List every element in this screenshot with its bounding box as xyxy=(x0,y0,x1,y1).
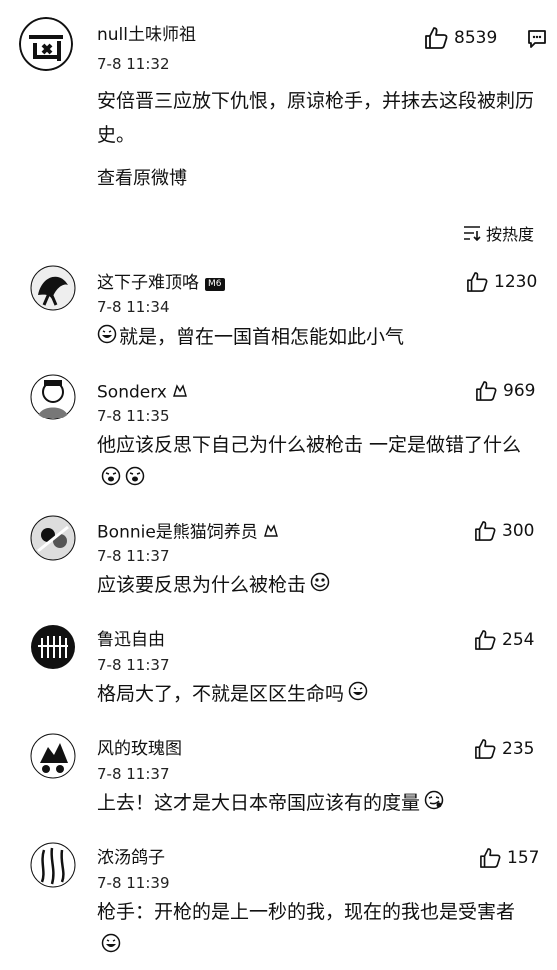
like-button[interactable]: 254 xyxy=(474,630,534,650)
timestamp: 7-8 11:37 xyxy=(97,765,170,783)
timestamp: 7-8 11:32 xyxy=(97,55,170,73)
comment-body: 他应该反思下自己为什么被枪击 一定是做错了什么 xyxy=(97,434,522,456)
avatar[interactable] xyxy=(30,374,76,420)
like-count: 1230 xyxy=(494,272,538,292)
crazy-emoji xyxy=(310,569,330,603)
comment-text: 应该要反思为什么被枪击 xyxy=(97,568,537,603)
vip-icon xyxy=(262,521,280,544)
comment-body: 格局大了，不就是区区生命吗 xyxy=(97,683,345,705)
comment-body: 就是，曾在一国首相怎能如此小气 xyxy=(119,326,405,348)
avatar[interactable] xyxy=(30,842,76,888)
thumbs-up-icon xyxy=(475,521,496,541)
like-count: 235 xyxy=(502,739,535,759)
timestamp: 7-8 11:37 xyxy=(97,656,170,674)
comment-text: 他应该反思下自己为什么被枪击 一定是做错了什么 xyxy=(97,428,537,497)
like-count: 300 xyxy=(502,521,535,541)
username[interactable]: Bonnie是熊猫饲养员 xyxy=(97,521,280,544)
timestamp: 7-8 11:34 xyxy=(97,298,170,316)
username[interactable]: Sonderx xyxy=(97,381,189,404)
thumbs-up-icon xyxy=(480,848,501,868)
view-original-link[interactable]: 查看原微博 xyxy=(97,162,187,196)
avatar[interactable] xyxy=(19,17,73,71)
thumbs-up-icon xyxy=(475,739,496,759)
sly-emoji xyxy=(424,787,444,821)
avatar[interactable] xyxy=(30,265,76,311)
like-button[interactable]: 8539 xyxy=(424,27,497,49)
username[interactable]: 鲁迅自由 xyxy=(97,630,165,650)
like-button[interactable]: 300 xyxy=(474,521,534,541)
timestamp: 7-8 11:39 xyxy=(97,874,170,892)
avatar-image xyxy=(19,17,73,71)
like-button[interactable]: 235 xyxy=(474,739,534,759)
like-count: 254 xyxy=(502,630,535,650)
post-text: 安倍晋三应放下仇恨，原谅枪手，并抹去这段被刺历史。 xyxy=(97,90,535,146)
like-count: 969 xyxy=(503,381,536,401)
comment-body: 枪手：开枪的是上一秒的我，现在的我也是受害者 xyxy=(97,901,516,923)
username[interactable]: 这下子难顶咯 M6 xyxy=(97,273,225,293)
comment-text: 格局大了，不就是区区生命吗 xyxy=(97,677,537,712)
comment-body: 应该要反思为什么被枪击 xyxy=(97,574,307,596)
comment-body: 上去！这才是大日本帝国应该有的度量 xyxy=(97,792,421,814)
timestamp: 7-8 11:37 xyxy=(97,547,170,565)
sort-icon xyxy=(464,226,481,241)
like-button[interactable]: 1230 xyxy=(466,272,537,292)
timestamp: 7-8 11:35 xyxy=(97,407,170,425)
username[interactable]: 浓汤鸽子 xyxy=(97,848,165,868)
comment-text: 上去！这才是大日本帝国应该有的度量 xyxy=(97,786,537,821)
avatar[interactable] xyxy=(30,624,76,670)
thumbs-up-icon xyxy=(467,272,488,292)
comment-icon[interactable] xyxy=(527,29,547,53)
thumbs-up-icon xyxy=(425,27,448,49)
thumbs-up-icon xyxy=(475,630,496,650)
like-button[interactable]: 969 xyxy=(475,381,535,401)
comment-text: 枪手：开枪的是上一秒的我，现在的我也是受害者 xyxy=(97,895,537,964)
username[interactable]: 风的玫瑰图 xyxy=(97,739,182,759)
vip-icon xyxy=(171,381,189,404)
comment-text: 就是，曾在一国首相怎能如此小气 xyxy=(97,320,537,355)
thumbs-up-icon xyxy=(476,381,497,401)
like-count: 157 xyxy=(507,848,540,868)
laugh-emoji xyxy=(125,463,145,497)
username[interactable]: null土味师祖 xyxy=(97,25,196,45)
avatar[interactable] xyxy=(30,733,76,779)
like-count: 8539 xyxy=(454,28,498,48)
sort-label: 按热度 xyxy=(486,225,535,244)
grin-emoji xyxy=(97,321,117,355)
laugh-emoji xyxy=(101,463,121,497)
sort-toggle[interactable]: 按热度 xyxy=(463,221,534,245)
member-badge: M6 xyxy=(205,278,225,291)
grin-emoji xyxy=(348,678,368,712)
like-button[interactable]: 157 xyxy=(479,848,539,868)
grin-emoji xyxy=(101,930,121,964)
avatar[interactable] xyxy=(30,515,76,561)
